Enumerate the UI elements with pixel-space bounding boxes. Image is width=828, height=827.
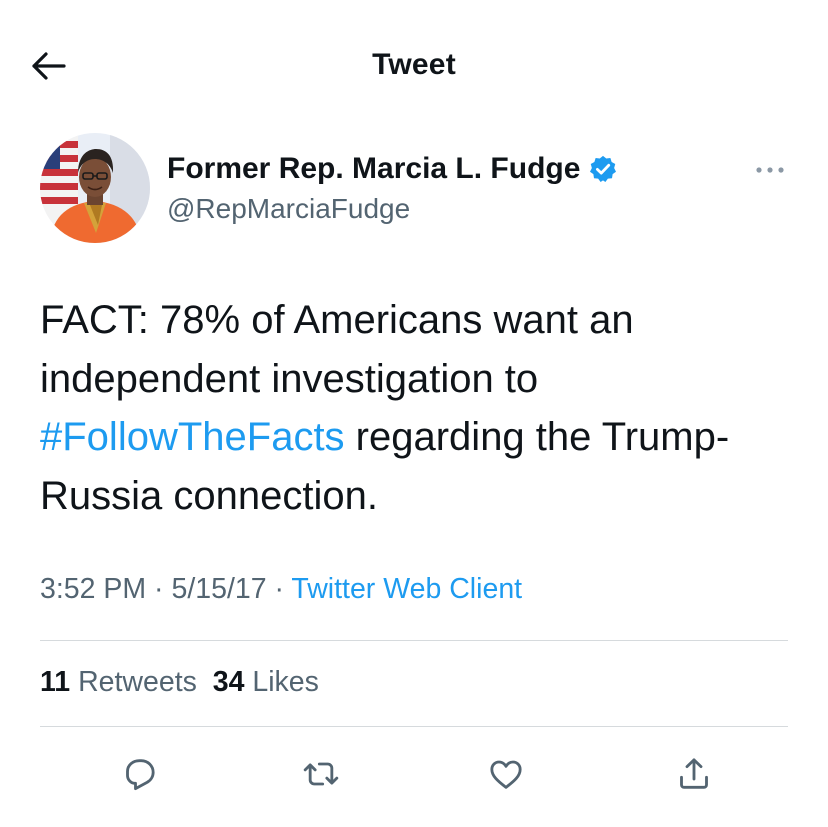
retweet-icon (303, 762, 339, 786)
more-options-button[interactable] (748, 158, 792, 182)
like-button[interactable] (478, 746, 534, 802)
share-icon (680, 758, 708, 789)
hashtag-link[interactable]: #FollowTheFacts (40, 415, 345, 459)
retweets-label: Retweets (78, 666, 197, 698)
tweet-meta: 3:52 PM · 5/15/17 · Twitter Web Client (40, 573, 522, 606)
author-name-text: Former Rep. Marcia L. Fudge (167, 152, 581, 185)
avatar[interactable] (40, 133, 150, 243)
divider (40, 726, 788, 727)
likes-stat[interactable]: 34 Likes (213, 666, 319, 698)
tweet-client-link[interactable]: Twitter Web Client (291, 573, 522, 605)
tweet-text-part: FACT: 78% of Americans want an independe… (40, 298, 634, 401)
verified-badge-icon (588, 154, 618, 184)
likes-count: 34 (212, 666, 245, 698)
more-dots-icon (756, 167, 784, 173)
reply-button[interactable] (112, 746, 168, 802)
meta-separator: · (266, 573, 292, 605)
tweet-stats: 11 Retweets 34 Likes (40, 666, 319, 699)
tweet-actions (0, 746, 828, 806)
share-button[interactable] (666, 746, 722, 802)
tweet-text: FACT: 78% of Americans want an independe… (40, 291, 790, 525)
retweets-count: 11 (40, 666, 71, 698)
reply-icon (126, 759, 155, 791)
divider (40, 640, 788, 641)
likes-label: Likes (252, 666, 319, 698)
meta-separator: · (146, 573, 172, 605)
author-handle[interactable]: @RepMarciaFudge (167, 193, 410, 225)
avatar-portrait (40, 133, 150, 243)
retweet-button[interactable] (293, 746, 349, 802)
page-title: Tweet (372, 48, 456, 81)
tweet-date[interactable]: 5/15/17 (171, 573, 266, 605)
author-name[interactable]: Former Rep. Marcia L. Fudge (167, 152, 618, 186)
tweet-time[interactable]: 3:52 PM (40, 573, 146, 605)
tweet-header: Tweet (0, 0, 828, 130)
heart-icon (490, 760, 522, 789)
retweets-stat[interactable]: 11 Retweets (40, 666, 197, 698)
